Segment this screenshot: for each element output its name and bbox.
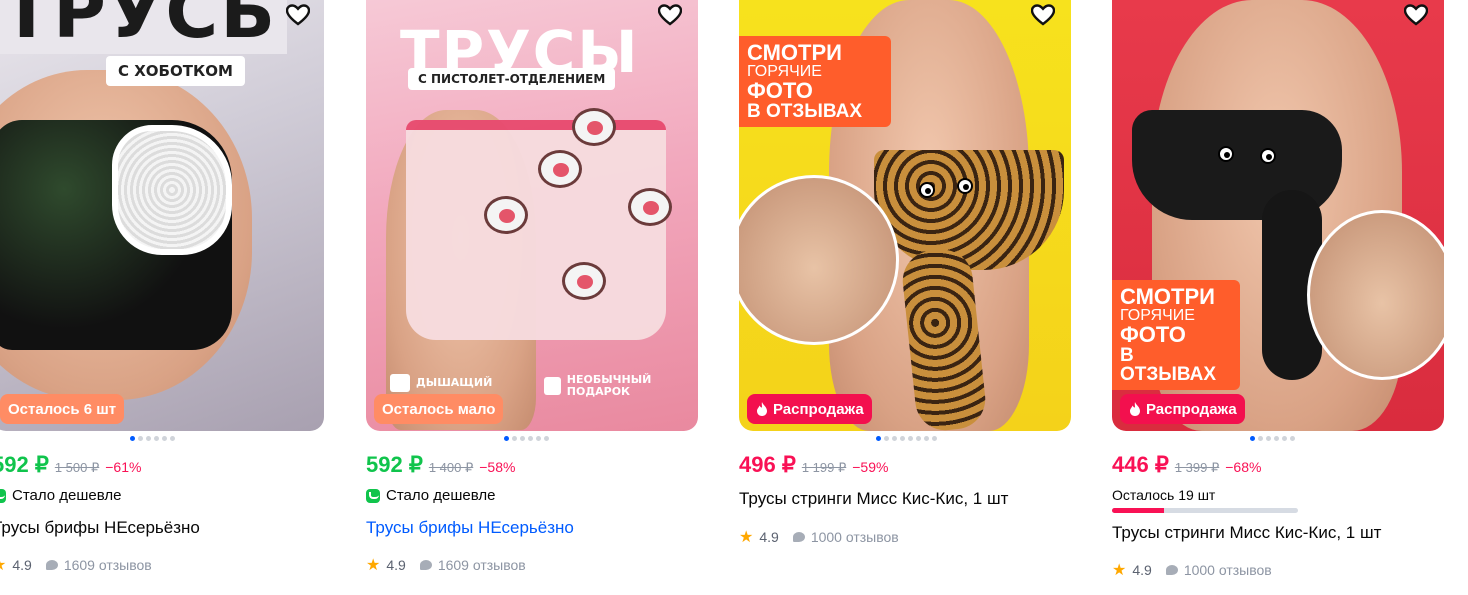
image-pager[interactable] bbox=[504, 436, 549, 441]
comment-icon bbox=[1165, 565, 1178, 575]
stock-badge: Осталось 6 шт bbox=[0, 394, 125, 424]
review-count: 1000 отзывов bbox=[1183, 562, 1272, 578]
product-card[interactable]: СМОТРИ ГОРЯЧИЕ ФОТО В ОТЗЫВАХ Распродажа… bbox=[1112, 0, 1444, 595]
product-image[interactable]: СМОТРИ ГОРЯЧИЕ ФОТО В ОТЗЫВАХ Распродажа bbox=[739, 0, 1071, 431]
image-feature: ДЫШАЩИЙ bbox=[390, 374, 492, 392]
eye-icon bbox=[957, 178, 973, 194]
rating-value: 4.9 bbox=[1132, 562, 1152, 578]
product-title[interactable]: Трусы стринги Мисс Кис-Кис, 1 шт bbox=[739, 489, 1008, 509]
star-icon: ★ bbox=[1112, 562, 1127, 579]
old-price: 1 500 ₽ bbox=[54, 460, 100, 475]
image-pager[interactable] bbox=[876, 436, 937, 441]
image-inset bbox=[1307, 210, 1444, 380]
house-icon bbox=[390, 374, 410, 392]
discount-percent: −58% bbox=[479, 459, 516, 475]
price-row: 446 ₽ 1 399 ₽ −68% bbox=[1112, 452, 1261, 478]
stock-progress-fill bbox=[1112, 508, 1165, 513]
discount-percent: −61% bbox=[105, 459, 142, 475]
product-image[interactable]: ТРУСЫ С ПИСТОЛЕТ-ОТДЕЛЕНИЕМ ДЫШАЩИЙ НЕОБ… bbox=[366, 0, 698, 431]
fire-icon bbox=[757, 402, 767, 416]
star-icon: ★ bbox=[366, 557, 381, 574]
eye-icon bbox=[919, 182, 935, 198]
price-down-icon bbox=[366, 488, 380, 503]
product-grid: ТРУСЬ С ХОБОТКОМ Осталось 6 шт 592 ₽ 1 5… bbox=[0, 0, 1468, 595]
discount-percent: −59% bbox=[852, 459, 889, 475]
discount-percent: −68% bbox=[1225, 459, 1262, 475]
sale-badge: Распродажа bbox=[747, 394, 872, 424]
star-icon: ★ bbox=[0, 555, 6, 575]
rating-row[interactable]: ★ 4.9 1609 отзывов bbox=[366, 555, 526, 575]
star-icon: ★ bbox=[739, 529, 754, 546]
sale-label: Распродажа bbox=[773, 400, 864, 418]
image-garment-detail bbox=[112, 125, 232, 255]
image-subtitle: С ПИСТОЛЕТ-ОТДЕЛЕНИЕМ bbox=[408, 68, 616, 90]
current-price: 446 ₽ bbox=[1112, 452, 1169, 477]
review-count: 1609 отзывов bbox=[63, 557, 152, 573]
heart-icon[interactable] bbox=[286, 4, 310, 26]
product-card[interactable]: ТРУСЬ С ХОБОТКОМ Осталось 6 шт 592 ₽ 1 5… bbox=[0, 0, 324, 595]
rating-value: 4.9 bbox=[759, 529, 779, 545]
price-row: 592 ₽ 1 500 ₽ −61% bbox=[0, 452, 141, 478]
price-drop-label: Стало дешевле bbox=[386, 487, 496, 504]
heart-icon[interactable] bbox=[1031, 4, 1055, 26]
eye-icon bbox=[1218, 146, 1234, 162]
promo-sticker: СМОТРИ ГОРЯЧИЕ ФОТО В ОТЗЫВАХ bbox=[1112, 280, 1240, 390]
rating-row[interactable]: ★ 4.9 1000 отзывов bbox=[739, 527, 899, 547]
comment-icon bbox=[419, 560, 432, 570]
eye-icon bbox=[1260, 148, 1276, 164]
rating-row[interactable]: ★ 4.9 1609 отзывов bbox=[0, 555, 152, 575]
comment-icon bbox=[45, 560, 58, 570]
gift-icon bbox=[544, 377, 561, 396]
product-card[interactable]: ТРУСЫ С ПИСТОЛЕТ-ОТДЕЛЕНИЕМ ДЫШАЩИЙ НЕОБ… bbox=[366, 0, 698, 595]
rating-row[interactable]: ★ 4.9 1000 отзывов bbox=[1112, 560, 1272, 580]
image-subtitle: С ХОБОТКОМ bbox=[106, 56, 245, 86]
image-headline: ТРУСЬ bbox=[0, 0, 288, 54]
product-image[interactable]: СМОТРИ ГОРЯЧИЕ ФОТО В ОТЗЫВАХ Распродажа bbox=[1112, 0, 1444, 431]
image-garment bbox=[406, 120, 666, 340]
price-row: 496 ₽ 1 199 ₽ −59% bbox=[739, 452, 888, 478]
paw-print-icon bbox=[538, 150, 582, 188]
rating-value: 4.9 bbox=[386, 557, 406, 573]
current-price: 496 ₽ bbox=[739, 452, 796, 477]
image-pager[interactable] bbox=[1250, 436, 1295, 441]
review-count: 1609 отзывов bbox=[437, 557, 526, 573]
price-down-icon bbox=[0, 488, 6, 503]
product-image[interactable]: ТРУСЬ С ХОБОТКОМ Осталось 6 шт bbox=[0, 0, 324, 431]
product-title[interactable]: Трусы стринги Мисс Кис-Кис, 1 шт bbox=[1112, 523, 1381, 543]
promo-sticker: СМОТРИ ГОРЯЧИЕ ФОТО В ОТЗЫВАХ bbox=[739, 36, 891, 127]
price-drop-label: Стало дешевле bbox=[12, 487, 122, 504]
stock-progress bbox=[1112, 508, 1298, 513]
price-drop-tag: Стало дешевле bbox=[366, 487, 496, 504]
stock-label: Осталось 19 шт bbox=[1112, 487, 1216, 503]
old-price: 1 399 ₽ bbox=[1174, 460, 1220, 475]
image-garment bbox=[874, 150, 1064, 270]
sale-label: Распродажа bbox=[1146, 400, 1237, 418]
stock-badge: Осталось мало bbox=[374, 394, 504, 424]
fire-icon bbox=[1130, 402, 1140, 416]
product-card[interactable]: СМОТРИ ГОРЯЧИЕ ФОТО В ОТЗЫВАХ Распродажа… bbox=[739, 0, 1071, 595]
sale-badge: Распродажа bbox=[1120, 394, 1245, 424]
heart-icon[interactable] bbox=[1404, 4, 1428, 26]
product-title[interactable]: Трусы брифы НЕсерьёзно bbox=[366, 518, 574, 538]
current-price: 592 ₽ bbox=[366, 452, 423, 477]
heart-icon[interactable] bbox=[658, 4, 682, 26]
image-feature: НЕОБЫЧНЫЙ ПОДАРОК bbox=[544, 373, 694, 398]
price-row: 592 ₽ 1 400 ₽ −58% bbox=[366, 452, 515, 478]
product-title[interactable]: Трусы брифы НЕсерьёзно bbox=[0, 518, 200, 538]
paw-print-icon bbox=[484, 196, 528, 234]
image-pager[interactable] bbox=[130, 436, 175, 441]
price-drop-tag: Стало дешевле bbox=[0, 487, 122, 504]
review-count: 1000 отзывов bbox=[810, 529, 899, 545]
comment-icon bbox=[792, 532, 805, 542]
paw-print-icon bbox=[628, 188, 672, 226]
paw-print-icon bbox=[572, 108, 616, 146]
old-price: 1 400 ₽ bbox=[428, 460, 474, 475]
old-price: 1 199 ₽ bbox=[801, 460, 847, 475]
paw-print-icon bbox=[562, 262, 606, 300]
current-price: 592 ₽ bbox=[0, 452, 49, 477]
rating-value: 4.9 bbox=[12, 557, 32, 573]
